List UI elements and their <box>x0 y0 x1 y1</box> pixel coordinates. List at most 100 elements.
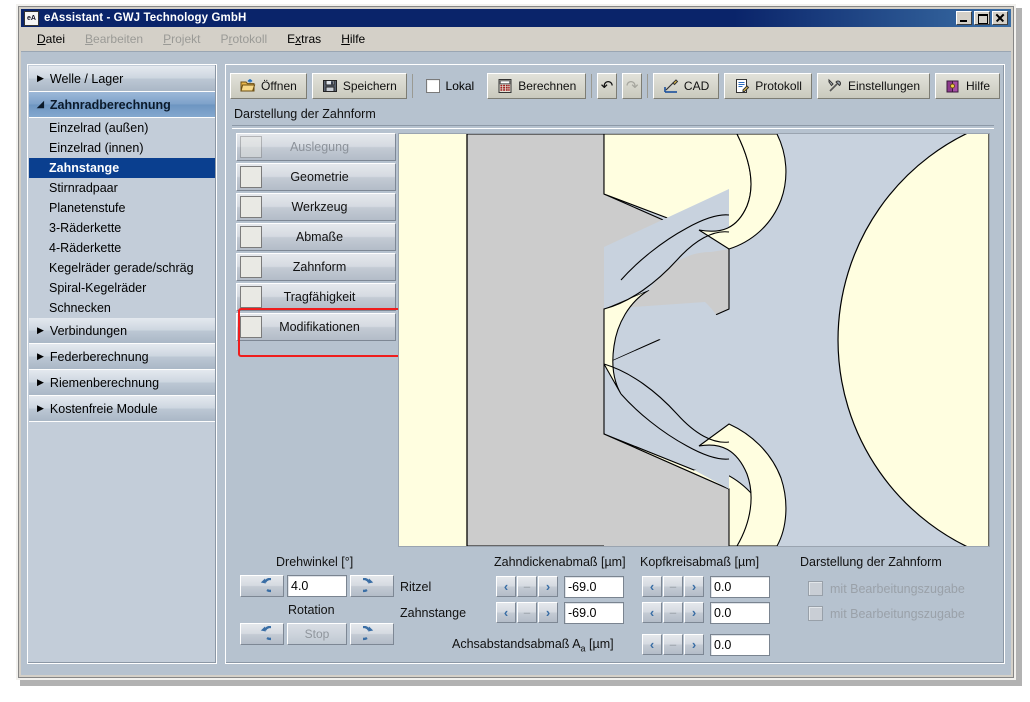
menu-hilfe-rest: ilfe <box>350 32 365 46</box>
kopfkreis-label: Kopfkreisabmaß [µm] <box>640 555 759 569</box>
bearbeitungszugabe-row-2[interactable]: mit Bearbeitungszugabe <box>808 606 965 621</box>
sidebar-item-label: Planetenstufe <box>49 201 125 215</box>
sidebar-item-stirnradpaar[interactable]: Stirnradpaar <box>29 178 215 198</box>
rotation-ccw-button[interactable] <box>240 623 284 645</box>
spin-mid-button[interactable]: – <box>663 576 683 597</box>
sidebar-item-zahnstange[interactable]: Zahnstange <box>29 158 215 178</box>
rotation-cw-button[interactable] <box>350 623 394 645</box>
tools-icon <box>827 78 843 94</box>
folder-open-icon <box>240 78 256 94</box>
zahndicken-zahnstange-input[interactable]: -69.0 <box>564 602 624 624</box>
lokal-checkbox-row[interactable]: Lokal <box>418 73 483 99</box>
spin-prev-button[interactable]: ‹ <box>642 602 662 623</box>
sidebar-group-federberechnung[interactable]: ▶ Federberechnung <box>29 344 215 370</box>
cad-button-label: CAD <box>684 79 709 93</box>
zahndicken-zahnstange-spinner[interactable]: ‹ – › <box>496 602 559 623</box>
title-bar: eA eAssistant - GWJ Technology GmbH <box>21 9 1011 27</box>
sidebar-item-planetenstufe[interactable]: Planetenstufe <box>29 198 215 218</box>
sidebar-group-kostenfreie-module[interactable]: ▶ Kostenfreie Module <box>29 396 215 422</box>
kopfkreis-zahnstange-spinner[interactable]: ‹ – › <box>642 602 705 623</box>
spin-next-button[interactable]: › <box>684 602 704 623</box>
menu-extras[interactable]: Extras <box>287 32 321 46</box>
module-abmasse[interactable]: Abmaße <box>236 223 396 251</box>
sidebar-item-spiral-kegelraeder[interactable]: Spiral-Kegelräder <box>29 278 215 298</box>
sidebar-item-einzelrad-innen[interactable]: Einzelrad (innen) <box>29 138 215 158</box>
module-geometrie[interactable]: Geometrie <box>236 163 396 191</box>
menu-hilfe[interactable]: Hilfe <box>341 32 365 46</box>
spin-mid-button[interactable]: – <box>663 634 683 655</box>
cad-button[interactable]: CAD <box>653 73 719 99</box>
spin-mid-button[interactable]: – <box>517 576 537 597</box>
drehwinkel-cw-button[interactable] <box>350 575 394 597</box>
document-pencil-icon <box>734 78 750 94</box>
calculator-icon <box>497 78 513 94</box>
sidebar-item-schnecken[interactable]: Schnecken <box>29 298 215 318</box>
spin-prev-button[interactable]: ‹ <box>496 576 516 597</box>
module-label: Auslegung <box>262 140 395 154</box>
toolbar-separator <box>412 74 413 98</box>
kopfkreis-ritzel-input[interactable]: 0.0 <box>710 576 770 598</box>
application-window: eA eAssistant - GWJ Technology GmbH Date… <box>16 4 1016 680</box>
spin-next-button[interactable]: › <box>684 576 704 597</box>
darstellung-zahnform-label: Darstellung der Zahnform <box>800 555 942 569</box>
menu-protokoll[interactable]: Protokoll <box>220 32 267 46</box>
spin-next-button[interactable]: › <box>538 602 558 623</box>
module-zahnform[interactable]: Zahnform <box>236 253 396 281</box>
sidebar-item-3-raederkette[interactable]: 3-Räderkette <box>29 218 215 238</box>
menu-bar: Datei Bearbeiten Projekt Protokoll Extra… <box>21 29 1011 49</box>
minimize-icon[interactable] <box>956 11 972 25</box>
module-tragfaehigkeit[interactable]: Tragfähigkeit <box>236 283 396 311</box>
save-button[interactable]: Speichern <box>312 73 407 99</box>
redo-button[interactable]: ↷ <box>622 73 642 99</box>
achsabstand-input[interactable]: 0.0 <box>710 634 770 656</box>
toolbar-separator <box>647 74 648 98</box>
sidebar-group-zahnradberechnung[interactable]: ◢ Zahnradberechnung <box>29 92 215 118</box>
spin-prev-button[interactable]: ‹ <box>642 576 662 597</box>
spin-mid-button[interactable]: – <box>663 602 683 623</box>
einstellungen-button[interactable]: Einstellungen <box>817 73 930 99</box>
redo-icon: ↷ <box>626 77 639 95</box>
module-werkzeug[interactable]: Werkzeug <box>236 193 396 221</box>
bearbeitungszugabe-checkbox-1[interactable] <box>808 581 823 596</box>
close-icon[interactable] <box>992 11 1008 25</box>
chevron-right-icon: ▶ <box>37 74 44 83</box>
calculate-button[interactable]: Berechnen <box>487 73 586 99</box>
drehwinkel-input[interactable]: 4.0 <box>287 575 347 597</box>
bearbeitungszugabe-checkbox-2[interactable] <box>808 606 823 621</box>
spin-mid-button[interactable]: – <box>517 602 537 623</box>
kopfkreis-zahnstange-input[interactable]: 0.0 <box>710 602 770 624</box>
sidebar-item-4-raederkette[interactable]: 4-Räderkette <box>29 238 215 258</box>
sidebar-group-welle-lager[interactable]: ▶ Welle / Lager <box>29 66 215 92</box>
module-auslegung[interactable]: Auslegung <box>236 133 396 161</box>
rotation-stop-button[interactable]: Stop <box>287 623 347 645</box>
bearbeitungszugabe-row-1[interactable]: mit Bearbeitungszugabe <box>808 581 965 596</box>
kopfkreis-ritzel-spinner[interactable]: ‹ – › <box>642 576 705 597</box>
sidebar-group-verbindungen[interactable]: ▶ Verbindungen <box>29 318 215 344</box>
achsabstand-spinner[interactable]: ‹ – › <box>642 634 705 655</box>
undo-button[interactable]: ↶ <box>597 73 617 99</box>
lokal-checkbox[interactable] <box>426 79 440 93</box>
spin-next-button[interactable]: › <box>538 576 558 597</box>
spin-prev-button[interactable]: ‹ <box>642 634 662 655</box>
open-button[interactable]: Öffnen <box>230 73 307 99</box>
spin-prev-button[interactable]: ‹ <box>496 602 516 623</box>
sidebar-item-label: 4-Räderkette <box>49 241 121 255</box>
sidebar-item-einzelrad-aussen[interactable]: Einzelrad (außen) <box>29 118 215 138</box>
menu-bearbeiten[interactable]: Bearbeiten <box>85 32 143 46</box>
zahndicken-ritzel-input[interactable]: -69.0 <box>564 576 624 598</box>
zahndicken-ritzel-spinner[interactable]: ‹ – › <box>496 576 559 597</box>
sidebar-item-kegelraeder[interactable]: Kegelräder gerade/schräg <box>29 258 215 278</box>
sidebar-list: ▶ Welle / Lager ◢ Zahnradberechnung Einz… <box>29 66 215 422</box>
maximize-icon[interactable] <box>974 11 990 25</box>
menu-datei[interactable]: Datei <box>37 32 65 46</box>
drehwinkel-ccw-button[interactable] <box>240 575 284 597</box>
menu-projekt[interactable]: Projekt <box>163 32 200 46</box>
protokoll-button[interactable]: Protokoll <box>724 73 812 99</box>
module-modifikationen[interactable]: Modifikationen <box>236 313 396 341</box>
sidebar-group-riemenberechnung[interactable]: ▶ Riemenberechnung <box>29 370 215 396</box>
hilfe-button[interactable]: Hilfe <box>935 73 1000 99</box>
sidebar-item-label: 3-Räderkette <box>49 221 121 235</box>
spin-next-button[interactable]: › <box>684 634 704 655</box>
grid-icon <box>240 166 262 188</box>
chevron-down-icon: ◢ <box>37 100 44 109</box>
